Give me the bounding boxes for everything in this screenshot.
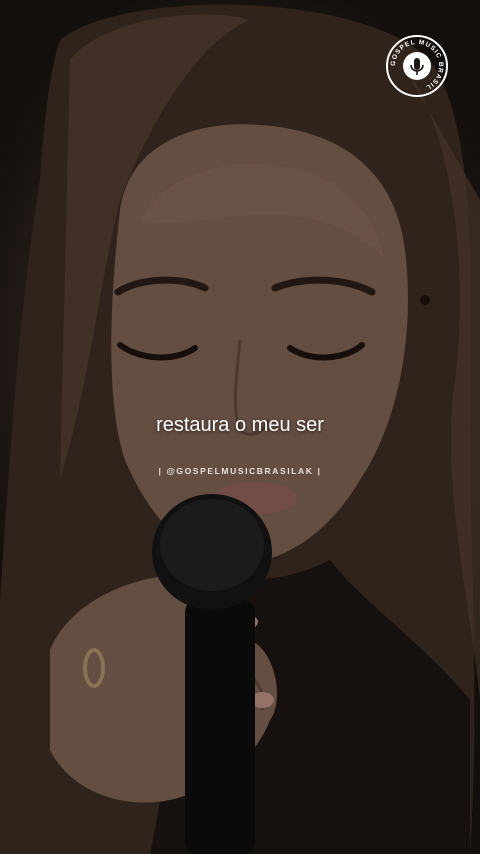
microphone-badge-icon: GOSPEL MUSIC BRASIL (386, 35, 448, 97)
video-frame: GOSPEL MUSIC BRASIL restaura o meu ser |… (0, 0, 480, 854)
channel-handle: | @GOSPELMUSICBRASILAK | (158, 466, 322, 476)
lyric-caption: restaura o meu ser (156, 414, 324, 436)
